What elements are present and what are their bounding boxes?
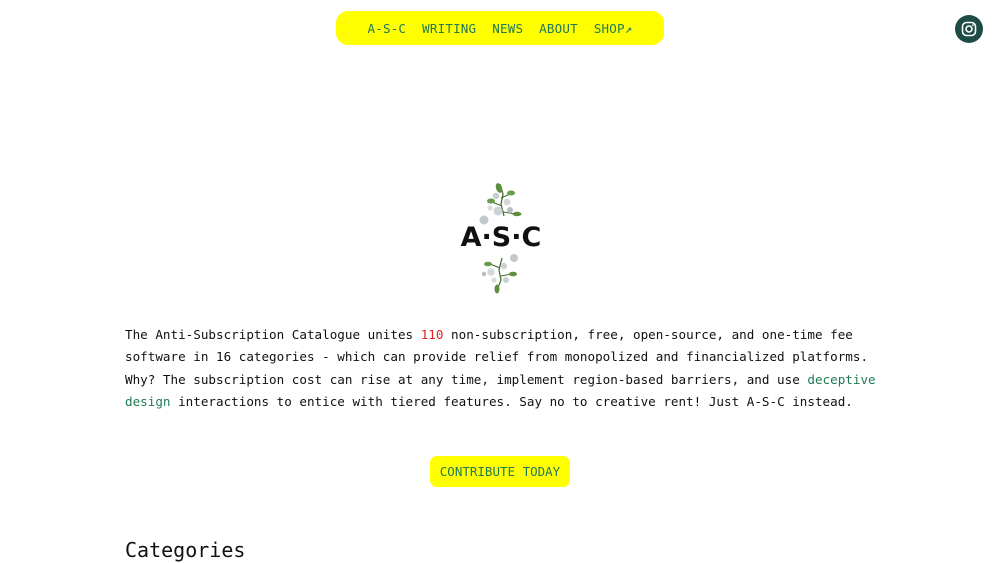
categories-heading: Categories [125,538,246,562]
instagram-icon [961,21,977,37]
intro-text-1: The Anti-Subscription Catalogue unites [125,327,421,342]
contribute-button[interactable]: CONTRIBUTE TODAY [430,456,570,487]
intro-text-3: interactions to entice with tiered featu… [170,393,853,409]
instagram-link[interactable] [955,15,983,43]
nav-item-writing[interactable]: WRITING [422,21,476,36]
software-count: 110 [420,327,444,342]
logo-text: A·S·C [460,222,542,253]
site-logo[interactable]: A·S·C [446,180,556,295]
intro-paragraph: The Anti-Subscription Catalogue unites 1… [125,324,885,413]
nav-item-shop[interactable]: SHOP↗ [594,21,633,36]
nav-item-asc[interactable]: A-S-C [368,21,407,36]
page: A-S-C WRITING NEWS ABOUT SHOP↗ A·S·C The… [0,0,1000,563]
nav-item-about[interactable]: ABOUT [539,21,578,36]
nav-item-news[interactable]: NEWS [492,21,523,36]
top-nav: A-S-C WRITING NEWS ABOUT SHOP↗ [336,11,664,45]
